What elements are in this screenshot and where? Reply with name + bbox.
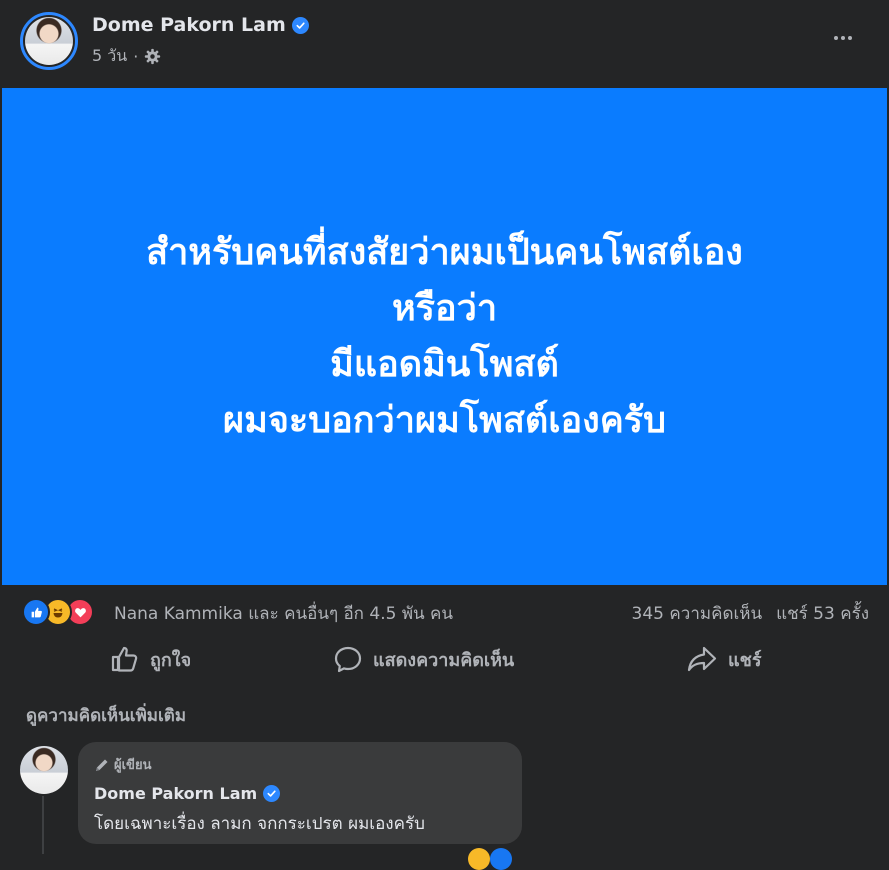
share-arrow-icon xyxy=(686,645,718,673)
comments-count[interactable]: 345 ความคิดเห็น xyxy=(632,600,763,627)
comment-bubble-icon xyxy=(333,645,363,673)
comment-button[interactable]: แสดงความคิดเห็น xyxy=(333,642,514,676)
author-badge: ผู้เขียน xyxy=(94,754,151,775)
post-text-line-4: ผมจะบอกว่าผมโพสต์เองครับ xyxy=(223,399,666,441)
engagement-counts: 345 ความคิดเห็น แชร์ 53 ครั้ง xyxy=(632,600,869,627)
post-text-line-3: มีแอดมินโพสต์ xyxy=(330,343,559,385)
meta-separator: · xyxy=(133,47,139,66)
reaction-icons[interactable] xyxy=(22,598,94,626)
thread-line xyxy=(42,796,44,854)
comment-author-avatar[interactable] xyxy=(20,746,68,794)
like-reaction-icon xyxy=(22,598,50,626)
like-button[interactable]: ถูกใจ xyxy=(110,642,191,676)
reaction-summary[interactable]: Nana Kammika และ คนอื่นๆ อีก 4.5 พัน คน xyxy=(114,600,453,627)
author-badge-label: ผู้เขียน xyxy=(114,758,152,773)
more-options-icon[interactable] xyxy=(827,24,859,52)
pencil-icon xyxy=(94,757,110,773)
verified-badge-icon xyxy=(263,785,281,802)
post-text-line-2: หรือว่า xyxy=(391,287,498,329)
post-header: Dome Pakorn Lam 5 วัน · xyxy=(0,0,889,88)
post-text-line-1: สำหรับคนที่สงสัยว่าผมเป็นคนโพสต์เอง xyxy=(146,231,743,273)
post-stats: Nana Kammika และ คนอื่นๆ อีก 4.5 พัน คน … xyxy=(0,590,889,636)
share-label: แชร์ xyxy=(728,649,762,671)
author-name-row: Dome Pakorn Lam xyxy=(92,14,309,36)
post-actions: ถูกใจ แสดงความคิดเห็น แชร์ xyxy=(0,636,889,682)
comment-reaction-icon xyxy=(490,848,512,870)
author-avatar[interactable] xyxy=(20,12,78,70)
post-meta: 5 วัน · xyxy=(92,44,161,69)
thumbs-up-icon xyxy=(110,645,140,673)
comment-reaction-icon xyxy=(468,848,490,870)
settings-gear-icon[interactable] xyxy=(144,48,161,65)
shares-count[interactable]: แชร์ 53 ครั้ง xyxy=(776,600,869,627)
comment-label: แสดงความคิดเห็น xyxy=(373,649,515,671)
comment-bubble: ผู้เขียน Dome Pakorn Lam โดยเฉพาะเรื่อง … xyxy=(78,742,522,844)
post-image[interactable]: สำหรับคนที่สงสัยว่าผมเป็นคนโพสต์เอง หรือ… xyxy=(2,88,887,585)
comment-text: โดยเฉพาะเรื่อง ลามก จกกระเปรต ผมเองครับ xyxy=(94,814,425,834)
view-more-comments-link[interactable]: ดูความคิดเห็นเพิ่มเติม xyxy=(26,702,186,729)
like-label: ถูกใจ xyxy=(150,649,192,671)
avatar-photo xyxy=(25,17,73,65)
share-button[interactable]: แชร์ xyxy=(686,642,762,676)
verified-badge-icon xyxy=(291,16,309,34)
post-time[interactable]: 5 วัน xyxy=(92,44,127,69)
author-name[interactable]: Dome Pakorn Lam xyxy=(92,14,286,36)
comment-author-name[interactable]: Dome Pakorn Lam xyxy=(94,784,257,803)
comment-author-row: Dome Pakorn Lam xyxy=(94,784,281,803)
